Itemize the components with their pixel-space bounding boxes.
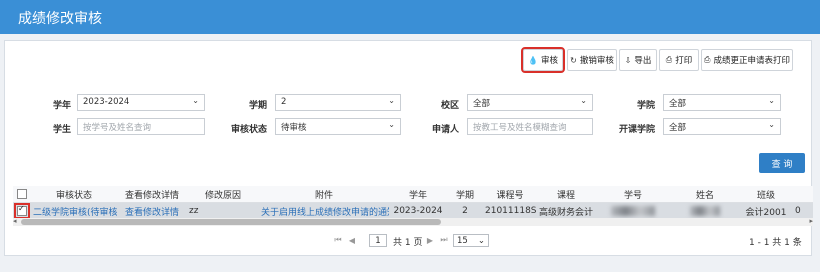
chevron-down-icon: ⌄ bbox=[768, 120, 775, 129]
chevron-down-icon: ⌄ bbox=[768, 96, 775, 105]
horizontal-scrollbar[interactable]: ◂ ▸ bbox=[13, 217, 813, 226]
course-no-cell: 21011118S bbox=[483, 202, 537, 220]
col-header[interactable]: 学年 bbox=[389, 186, 447, 203]
pagination-bar: ⏮ ◀ 1 共 1 页 ▶ ⏭ 15 ⌄ 1 - 1 共 1 条 bbox=[5, 233, 813, 249]
page-title: 成绩修改审核 bbox=[18, 11, 102, 27]
page-number-input[interactable]: 1 bbox=[369, 234, 387, 247]
college-value: 全部 bbox=[669, 99, 687, 109]
scroll-right-icon[interactable]: ▸ bbox=[809, 217, 813, 225]
col-header[interactable]: 姓名 bbox=[671, 186, 739, 203]
student-input[interactable]: 按学号及姓名查询 bbox=[77, 118, 205, 135]
offer-college-label: 开课学院 bbox=[618, 125, 655, 135]
col-header[interactable]: 课程号 bbox=[483, 186, 537, 203]
chevron-down-icon: ⌄ bbox=[388, 96, 395, 105]
page-size-value: 15 bbox=[457, 235, 468, 246]
printer-icon: ⎙ bbox=[665, 55, 673, 64]
print-label: 打印 bbox=[675, 56, 693, 66]
total-pages: 共 1 页 bbox=[393, 238, 423, 248]
attachment-link[interactable]: 关于启用线上成绩修改申请的通知 bbox=[259, 202, 389, 220]
revoke-button[interactable]: ↻ 撤销审核 bbox=[567, 49, 617, 71]
col-header[interactable]: 班级 bbox=[739, 186, 793, 203]
chevron-down-icon: ⌄ bbox=[477, 235, 485, 246]
student-no-cell bbox=[595, 202, 671, 220]
col-header[interactable]: 学期 bbox=[447, 186, 483, 203]
query-button[interactable]: 查 询 bbox=[759, 153, 805, 173]
status-cell[interactable]: 二级学院审核(待审核) bbox=[31, 202, 117, 220]
table-row[interactable]: 二级学院审核(待审核) 查看修改详情 zz 关于启用线上成绩修改申请的通知 20… bbox=[13, 202, 813, 220]
college-label: 学院 bbox=[636, 101, 655, 111]
col-header[interactable]: 审核状态 bbox=[31, 186, 117, 203]
year-select[interactable]: 2023-2024 ⌄ bbox=[77, 94, 205, 111]
status-value: 待审核 bbox=[281, 123, 307, 133]
col-header[interactable]: 职 bbox=[793, 186, 813, 203]
select-all-header[interactable] bbox=[13, 186, 31, 203]
status-select[interactable]: 待审核 ⌄ bbox=[275, 118, 401, 135]
row-checkbox-highlight[interactable] bbox=[14, 202, 30, 219]
chevron-down-icon: ⌄ bbox=[192, 96, 199, 105]
col-header[interactable]: 查看修改详情 bbox=[117, 186, 187, 203]
select-all-checkbox[interactable] bbox=[17, 188, 27, 199]
chevron-down-icon: ⌄ bbox=[388, 120, 395, 129]
term-select[interactable]: 2 ⌄ bbox=[275, 94, 401, 111]
revoke-label: 撤销审核 bbox=[579, 56, 614, 66]
last-page-icon[interactable]: ⏭ bbox=[439, 233, 449, 247]
campus-value: 全部 bbox=[473, 99, 491, 109]
main-panel: 💧 审核 ↻ 撤销审核 ⇩ 导出 ⎙ 打印 ⎙ 成绩更正申请表打印 学年 202… bbox=[4, 40, 813, 256]
offer-college-value: 全部 bbox=[669, 123, 687, 133]
course-cell: 高级财务会计 bbox=[537, 202, 595, 220]
campus-label: 校区 bbox=[440, 101, 459, 111]
applicant-input[interactable]: 按教工号及姓名模糊查询 bbox=[467, 118, 593, 135]
page-size-select[interactable]: 15 ⌄ bbox=[453, 234, 489, 247]
college-select[interactable]: 全部 ⌄ bbox=[663, 94, 781, 111]
year-label: 学年 bbox=[52, 101, 71, 111]
student-label: 学生 bbox=[52, 125, 71, 135]
printer-icon: ⎙ bbox=[704, 55, 711, 64]
col-header[interactable]: 附件 bbox=[259, 186, 389, 203]
results-table: 审核状态 查看修改详情 修改原因 附件 学年 学期 课程号 课程 学号 姓名 班… bbox=[13, 186, 813, 272]
next-page-icon[interactable]: ▶ bbox=[425, 233, 435, 247]
approve-button[interactable]: 💧 审核 bbox=[521, 47, 565, 73]
first-page-icon[interactable]: ⏮ bbox=[333, 233, 343, 247]
export-label: 导出 bbox=[634, 56, 652, 66]
class-cell: 会计2001 bbox=[739, 202, 793, 220]
offer-college-select[interactable]: 全部 ⌄ bbox=[663, 118, 781, 135]
prev-page-icon[interactable]: ◀ bbox=[347, 233, 357, 247]
campus-select[interactable]: 全部 ⌄ bbox=[467, 94, 593, 111]
status-label: 审核状态 bbox=[230, 125, 267, 135]
term-label: 学期 bbox=[248, 101, 267, 111]
col-header[interactable]: 课程 bbox=[537, 186, 595, 203]
scrollbar-thumb[interactable] bbox=[21, 219, 441, 225]
year-value: 2023-2024 bbox=[83, 97, 130, 107]
year-cell: 2023-2024 bbox=[389, 202, 447, 220]
refresh-icon: ↻ bbox=[570, 55, 577, 65]
col-header[interactable]: 修改原因 bbox=[187, 186, 259, 203]
record-summary: 1 - 1 共 1 条 bbox=[749, 238, 802, 248]
top-bar: 成绩修改审核 bbox=[0, 0, 820, 34]
approve-label: 审核 bbox=[540, 56, 558, 66]
name-cell bbox=[671, 202, 739, 220]
chevron-down-icon: ⌄ bbox=[580, 96, 587, 105]
term-value: 2 bbox=[281, 97, 287, 107]
table-header-row: 审核状态 查看修改详情 修改原因 附件 学年 学期 课程号 课程 学号 姓名 班… bbox=[13, 186, 813, 203]
print-form-button[interactable]: ⎙ 成绩更正申请表打印 bbox=[701, 49, 793, 71]
term-cell: 2 bbox=[447, 202, 483, 220]
print-button[interactable]: ⎙ 打印 bbox=[659, 49, 699, 71]
export-button[interactable]: ⇩ 导出 bbox=[619, 49, 657, 71]
redacted-block bbox=[690, 205, 720, 216]
col-header[interactable]: 学号 bbox=[595, 186, 671, 203]
row-checkbox[interactable] bbox=[17, 204, 27, 216]
export-icon: ⇩ bbox=[624, 55, 632, 65]
print-form-label: 成绩更正申请表打印 bbox=[713, 56, 790, 66]
redacted-block bbox=[611, 205, 655, 216]
detail-link[interactable]: 查看修改详情 bbox=[117, 202, 187, 220]
scroll-left-icon[interactable]: ◂ bbox=[13, 217, 17, 225]
applicant-label: 申请人 bbox=[431, 125, 459, 135]
reason-cell: zz bbox=[187, 202, 259, 220]
drop-icon: 💧 bbox=[528, 55, 538, 65]
